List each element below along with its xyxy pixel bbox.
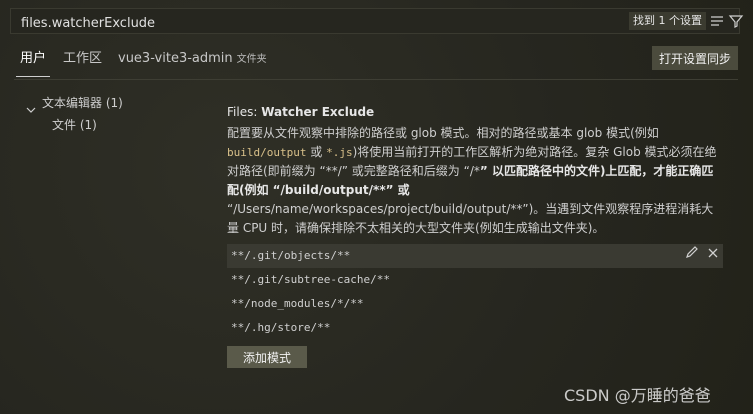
pattern-row[interactable]: **/.git/subtree-cache/** bbox=[227, 268, 723, 292]
pattern-value: **/.hg/store/** bbox=[231, 321, 331, 334]
filter-icon[interactable] bbox=[728, 13, 744, 29]
pattern-row[interactable]: **/node_modules/*/** bbox=[227, 292, 723, 316]
toc-item-label: 文件 (1) bbox=[52, 118, 97, 132]
row-actions bbox=[685, 244, 719, 268]
result-count-badge: 找到 1 个设置 bbox=[629, 12, 706, 30]
desc-text-4: “/Users/name/workspaces/project/build/ou… bbox=[227, 202, 714, 235]
pattern-value: **/node_modules/*/** bbox=[231, 297, 364, 310]
tab-folder-label: vue3-vite3-admin bbox=[118, 51, 233, 66]
toc-item-files[interactable]: 文件 (1) bbox=[14, 114, 204, 136]
settings-scope-tabs: 用户 工作区 vue3-vite3-admin 文件夹 bbox=[14, 44, 614, 77]
setting-description: 配置要从文件观察中排除的路径或 glob 模式。相对的路径或基本 glob 模式… bbox=[227, 124, 723, 238]
clear-filter-icon[interactable] bbox=[709, 13, 725, 29]
desc-code-1: build/output bbox=[227, 146, 307, 159]
settings-toc: 文本编辑器 (1) 文件 (1) bbox=[14, 92, 204, 136]
divider bbox=[14, 79, 738, 80]
setting-category: Files: bbox=[227, 105, 262, 119]
search-input[interactable] bbox=[19, 13, 583, 33]
setting-name: Watcher Exclude bbox=[261, 105, 375, 119]
desc-code-2: *.js bbox=[326, 146, 353, 159]
settings-search-bar[interactable]: 找到 1 个设置 bbox=[10, 8, 744, 34]
toc-item-text-editor[interactable]: 文本编辑器 (1) bbox=[14, 92, 204, 114]
pattern-row[interactable]: **/.hg/store/** bbox=[227, 316, 723, 340]
tab-folder[interactable]: vue3-vite3-admin 文件夹 bbox=[118, 44, 267, 75]
pattern-value: **/.git/subtree-cache/** bbox=[231, 273, 390, 286]
desc-text-2: 或 bbox=[306, 145, 327, 159]
watermark: CSDN @万睡的爸爸 bbox=[564, 386, 711, 405]
pattern-list: **/.git/objects/** **/.git/subtree-cache… bbox=[227, 244, 723, 340]
chevron-down-icon bbox=[26, 100, 36, 113]
pattern-value: **/.git/objects/** bbox=[231, 249, 351, 262]
tab-workspace[interactable]: 工作区 bbox=[63, 44, 102, 74]
tab-user[interactable]: 用户 bbox=[15, 44, 51, 77]
setting-item: Files: Watcher Exclude 配置要从文件观察中排除的路径或 g… bbox=[227, 104, 723, 238]
edit-icon[interactable] bbox=[685, 244, 699, 268]
desc-text-1: 配置要从文件观察中排除的路径或 glob 模式。相对的路径或基本 glob 模式… bbox=[227, 126, 659, 140]
toc-item-label: 文本编辑器 (1) bbox=[42, 96, 123, 110]
turn-on-settings-sync-button[interactable]: 打开设置同步 bbox=[652, 46, 738, 70]
remove-icon[interactable] bbox=[707, 244, 719, 268]
tab-folder-suffix: 文件夹 bbox=[236, 54, 267, 65]
setting-title: Files: Watcher Exclude bbox=[227, 104, 723, 120]
add-pattern-button[interactable]: 添加模式 bbox=[227, 346, 307, 368]
pattern-row[interactable]: **/.git/objects/** bbox=[227, 244, 723, 268]
